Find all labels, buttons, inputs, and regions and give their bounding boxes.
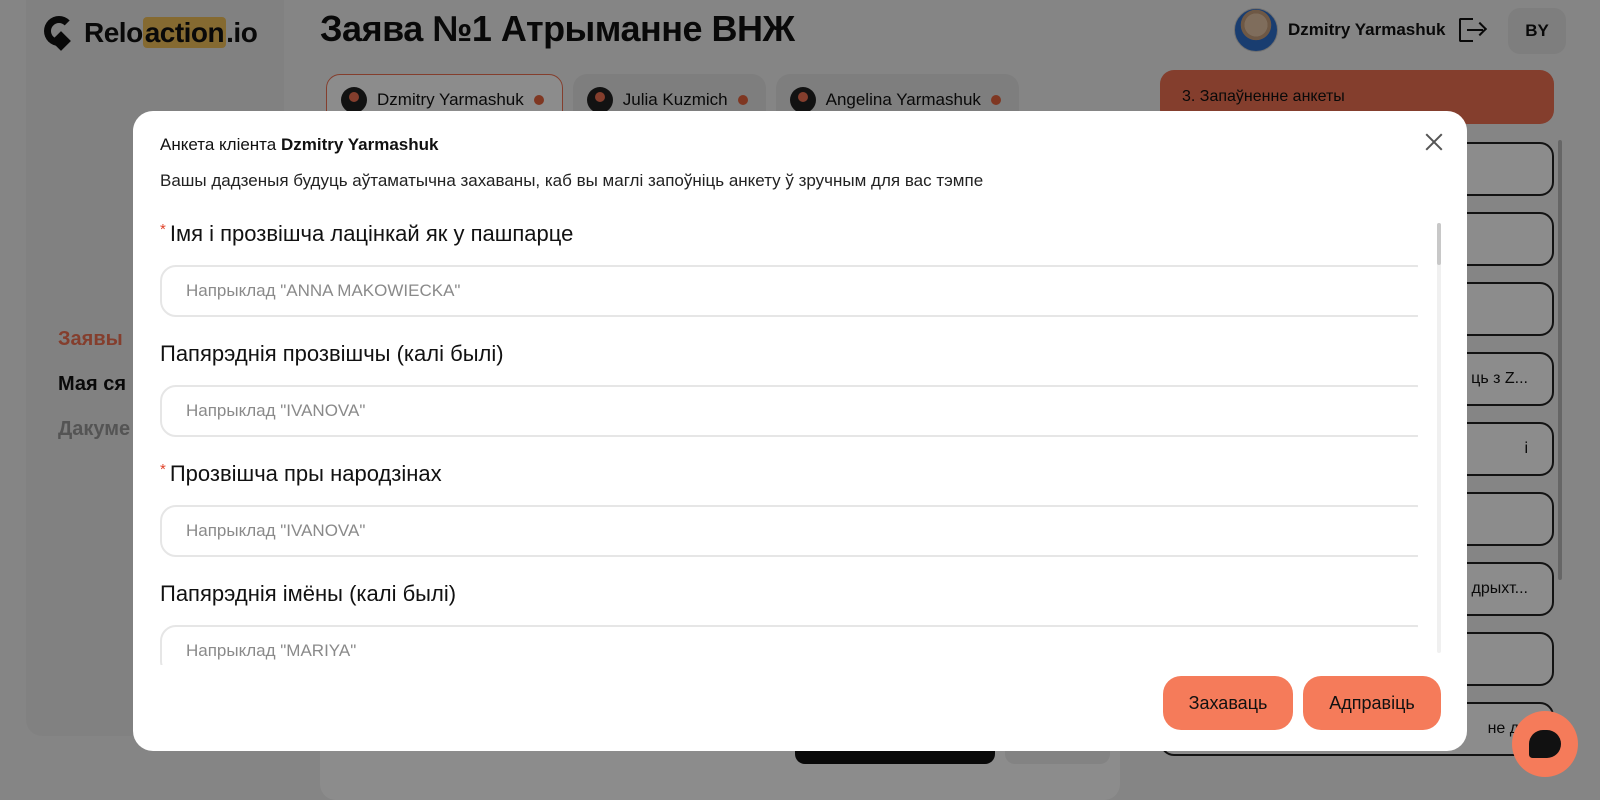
chat-icon (1529, 730, 1561, 758)
previous-surnames-input[interactable] (160, 385, 1418, 437)
form-scroll-area: * Імя і прозвішча лацінкай як у пашпарце… (160, 219, 1418, 665)
field-label: Папярэднія прозвішчы (калі былі) (160, 341, 504, 366)
modal-subtitle: Вашы дадзеныя будуць аўтаматычна захаван… (160, 171, 984, 190)
save-button[interactable]: Захаваць (1163, 676, 1293, 730)
field-previous-surnames: Папярэднія прозвішчы (калі былі) (160, 339, 1418, 437)
required-mark: * (160, 461, 166, 478)
form-scrollbar-track[interactable] (1437, 223, 1441, 653)
submit-button[interactable]: Адправіць (1303, 676, 1441, 730)
chat-button[interactable] (1512, 711, 1578, 777)
form-scrollbar-thumb[interactable] (1437, 223, 1441, 265)
modal-title: Анкета кліента Dzmitry Yarmashuk (160, 135, 439, 154)
field-birth-surname: * Прозвішча пры народзінах (160, 459, 1418, 557)
field-previous-names: Папярэднія імёны (калі былі) (160, 579, 1418, 665)
birth-surname-input[interactable] (160, 505, 1418, 557)
full-name-input[interactable] (160, 265, 1418, 317)
field-label: * Імя і прозвішча лацінкай як у пашпарце (160, 221, 574, 246)
required-mark: * (160, 221, 166, 238)
field-label: Папярэднія імёны (калі былі) (160, 581, 457, 606)
field-full-name: * Імя і прозвішча лацінкай як у пашпарце (160, 219, 1418, 317)
close-icon[interactable] (1423, 131, 1445, 153)
client-form-modal: Анкета кліента Dzmitry Yarmashuk Вашы да… (133, 111, 1467, 751)
field-label: * Прозвішча пры народзінах (160, 461, 442, 486)
modal-client-name: Dzmitry Yarmashuk (280, 135, 439, 154)
previous-names-input[interactable] (160, 625, 1418, 665)
